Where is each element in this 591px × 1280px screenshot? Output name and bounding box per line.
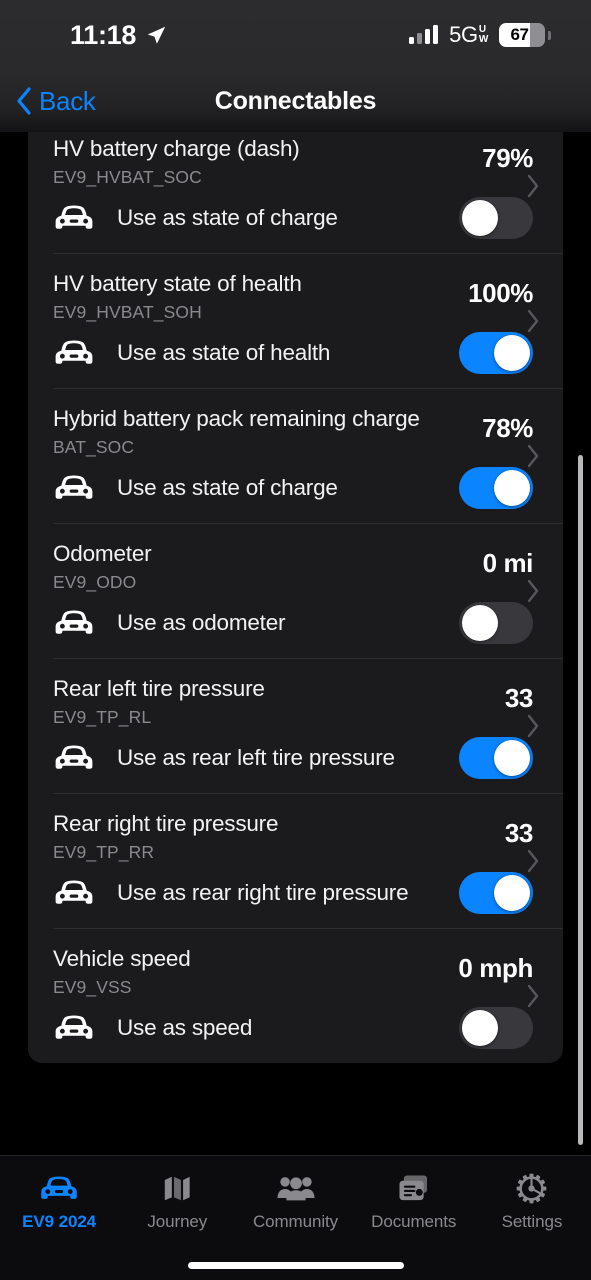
row-value: 100% bbox=[468, 278, 533, 308]
row-code: EV9_TP_RL bbox=[53, 707, 152, 727]
row-value: 79% bbox=[482, 143, 533, 173]
toggle-label: Use as state of health bbox=[117, 340, 331, 365]
status-time: 11:18 bbox=[70, 19, 137, 50]
tab-label: Community bbox=[252, 1212, 339, 1231]
connectables-scroll-area[interactable]: HV battery charge (dash) EV9_HVBAT_SOC 79%… bbox=[0, 132, 591, 1155]
connectable-row[interactable]: Hybrid battery pack remaining charge BAT_… bbox=[28, 388, 563, 523]
row-code: EV9_HVBAT_SOC bbox=[53, 167, 202, 187]
row-title: Rear left tire pressure bbox=[53, 676, 265, 701]
chevron-right-icon[interactable] bbox=[525, 173, 541, 199]
people-icon bbox=[276, 1170, 315, 1206]
row-value: 33 bbox=[504, 818, 534, 848]
row-title: Hybrid battery pack remaining charge bbox=[53, 406, 420, 431]
tab-community[interactable]: Community bbox=[236, 1170, 354, 1232]
row-value: 0 mph bbox=[458, 953, 533, 983]
status-bar-right: 5G U W 67 bbox=[409, 22, 551, 48]
status-bar-left: 11:18 bbox=[70, 20, 167, 51]
toggle-label: Use as odometer bbox=[117, 610, 286, 635]
connectable-row[interactable]: HV battery state of health EV9_HVBAT_SOH 1… bbox=[28, 253, 563, 388]
connectable-row[interactable]: Vehicle speed EV9_VSS 0 mph Use as speed bbox=[28, 928, 563, 1063]
tab-label: EV9 2024 bbox=[22, 1212, 97, 1231]
row-value: 33 bbox=[504, 683, 534, 713]
row-title: HV battery state of health bbox=[53, 271, 302, 296]
chevron-right-icon[interactable] bbox=[525, 713, 541, 739]
connectable-row[interactable]: HV battery charge (dash) EV9_HVBAT_SOC 79%… bbox=[28, 132, 563, 253]
phone-screen: 11:18 5G U W 67 Back Connectables HV bat… bbox=[0, 0, 591, 1280]
use-as-toggle[interactable] bbox=[459, 332, 533, 374]
status-bar: 11:18 5G U W 67 bbox=[0, 0, 591, 70]
battery-indicator: 67 bbox=[499, 23, 551, 47]
vertical-scrollbar[interactable] bbox=[578, 455, 583, 1145]
car-icon bbox=[53, 203, 95, 233]
chevron-left-icon bbox=[14, 86, 34, 116]
car-icon bbox=[53, 338, 95, 368]
tab-journey[interactable]: Journey bbox=[118, 1170, 236, 1232]
home-indicator bbox=[187, 1262, 404, 1269]
navigation-bar: Back Connectables bbox=[0, 70, 591, 132]
row-code: BAT_SOC bbox=[53, 437, 135, 457]
tab-settings[interactable]: Settings bbox=[473, 1170, 591, 1232]
car-icon bbox=[53, 473, 95, 503]
car-icon bbox=[53, 743, 95, 773]
gear-icon bbox=[516, 1170, 547, 1206]
car-icon bbox=[53, 1013, 95, 1043]
toggle-label: Use as state of charge bbox=[117, 475, 338, 500]
row-title: Odometer bbox=[53, 541, 152, 566]
connectable-row[interactable]: Rear left tire pressure EV9_TP_RL 33 Use as… bbox=[28, 658, 563, 793]
use-as-toggle[interactable] bbox=[459, 197, 533, 239]
map-icon bbox=[162, 1170, 192, 1206]
documents-icon bbox=[397, 1170, 430, 1206]
chevron-right-icon[interactable] bbox=[525, 443, 541, 469]
tab-label: Settings bbox=[501, 1212, 563, 1231]
cellular-signal-icon bbox=[409, 25, 439, 44]
connectable-row[interactable]: Rear right tire pressure EV9_TP_RR 33 Use a… bbox=[28, 793, 563, 928]
use-as-toggle[interactable] bbox=[459, 602, 533, 644]
toggle-label: Use as rear right tire pressure bbox=[117, 880, 409, 905]
network-sub-bottom: W bbox=[478, 33, 488, 45]
location-arrow-icon bbox=[145, 24, 167, 46]
row-title: HV battery charge (dash) bbox=[53, 136, 300, 161]
tab-label: Documents bbox=[371, 1212, 457, 1231]
row-code: EV9_VSS bbox=[53, 977, 132, 997]
car-icon bbox=[53, 608, 95, 638]
tab-label: Journey bbox=[147, 1212, 208, 1231]
toggle-label: Use as rear left tire pressure bbox=[117, 745, 395, 770]
toggle-label: Use as speed bbox=[117, 1015, 253, 1040]
use-as-toggle[interactable] bbox=[459, 737, 533, 779]
use-as-toggle[interactable] bbox=[459, 1007, 533, 1049]
car-icon bbox=[53, 878, 95, 908]
row-value: 78% bbox=[482, 413, 533, 443]
connectables-list: HV battery charge (dash) EV9_HVBAT_SOC 79%… bbox=[28, 132, 563, 1063]
row-code: EV9_TP_RR bbox=[53, 842, 155, 862]
network-sub-top: U bbox=[478, 23, 486, 35]
chevron-right-icon[interactable] bbox=[525, 308, 541, 334]
back-button[interactable]: Back bbox=[14, 86, 96, 117]
chevron-right-icon[interactable] bbox=[525, 983, 541, 1009]
use-as-toggle[interactable] bbox=[459, 467, 533, 509]
back-button-label: Back bbox=[39, 85, 96, 116]
row-title: Vehicle speed bbox=[53, 946, 191, 971]
network-type-label: 5G U W bbox=[449, 22, 488, 47]
row-value: 0 mi bbox=[482, 548, 534, 578]
row-title: Rear right tire pressure bbox=[53, 811, 279, 836]
battery-percent-label: 67 bbox=[510, 25, 529, 44]
toggle-label: Use as state of charge bbox=[117, 205, 338, 230]
chevron-right-icon[interactable] bbox=[525, 578, 541, 604]
tab-ev9-2024[interactable]: EV9 2024 bbox=[0, 1170, 118, 1232]
row-code: EV9_ODO bbox=[53, 572, 137, 592]
row-code: EV9_HVBAT_SOH bbox=[53, 302, 202, 322]
car-icon bbox=[39, 1170, 79, 1206]
use-as-toggle[interactable] bbox=[459, 872, 533, 914]
chevron-right-icon[interactable] bbox=[525, 848, 541, 874]
connectable-row[interactable]: Odometer EV9_ODO 0 mi Use as odometer bbox=[28, 523, 563, 658]
tab-documents[interactable]: Documents bbox=[355, 1170, 473, 1232]
